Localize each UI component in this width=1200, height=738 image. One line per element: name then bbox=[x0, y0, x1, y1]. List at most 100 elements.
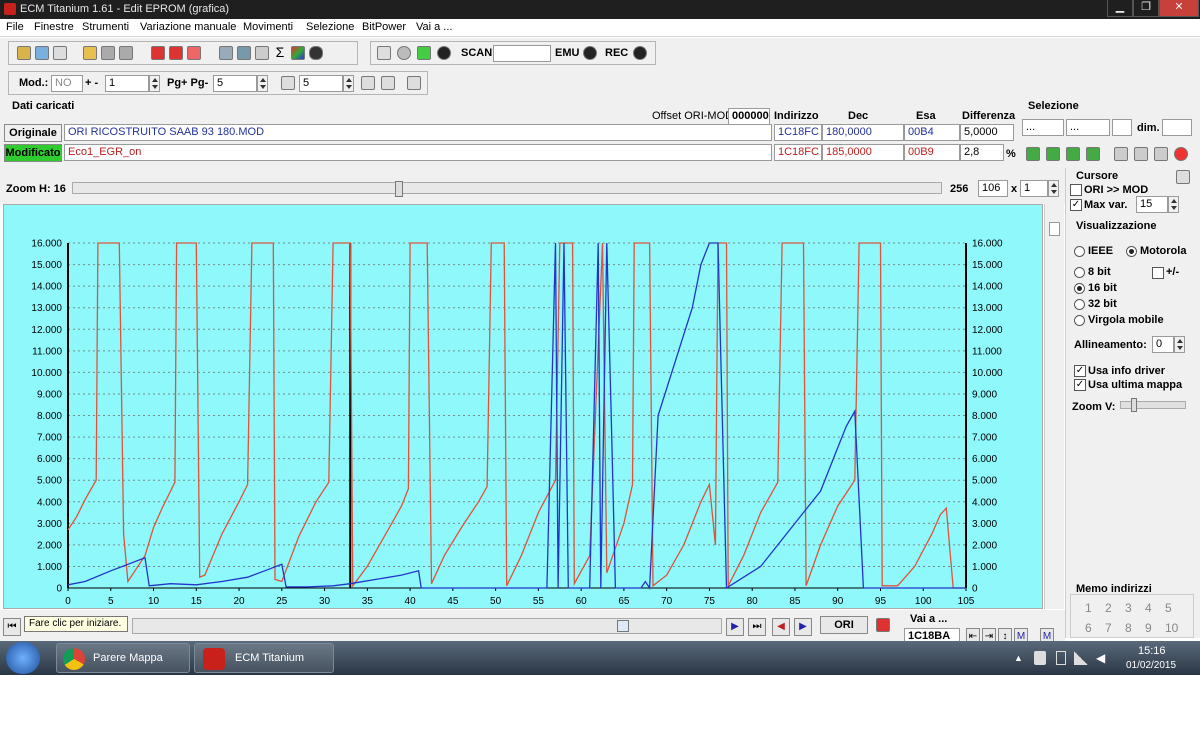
last-button[interactable]: ⏭ bbox=[748, 618, 766, 636]
fix-red-icon[interactable] bbox=[169, 46, 183, 60]
memo-7[interactable]: 7 bbox=[1105, 621, 1112, 635]
next-mark-button[interactable]: ▶ bbox=[794, 618, 812, 636]
dim-input[interactable] bbox=[1162, 119, 1192, 136]
allineamento-spinner[interactable] bbox=[1174, 336, 1185, 353]
float-radio[interactable] bbox=[1074, 315, 1085, 326]
memo-9[interactable]: 9 bbox=[1145, 621, 1152, 635]
tray-flag-icon[interactable] bbox=[1034, 651, 1046, 665]
16bit-radio[interactable] bbox=[1074, 283, 1085, 294]
menu-selezione[interactable]: Selezione bbox=[306, 21, 354, 33]
chart-vertical-scrollbar[interactable] bbox=[1044, 204, 1064, 609]
originale-label[interactable]: Originale bbox=[4, 124, 62, 142]
sel-green-icon-2[interactable] bbox=[1046, 147, 1060, 161]
selezione-start[interactable]: ... bbox=[1022, 119, 1064, 136]
sum-icon[interactable]: Σ bbox=[273, 45, 287, 60]
zoom-h-slider[interactable] bbox=[72, 181, 942, 197]
record-dot-icon[interactable] bbox=[437, 46, 451, 60]
memo-1[interactable]: 1 bbox=[1085, 601, 1092, 615]
32bit-radio[interactable] bbox=[1074, 299, 1085, 310]
clock-date[interactable]: 01/02/2015 bbox=[1126, 660, 1176, 671]
motorola-radio[interactable] bbox=[1126, 246, 1137, 257]
zoom-h-thumb[interactable] bbox=[395, 181, 403, 197]
chart-scroll-thumb[interactable] bbox=[1049, 222, 1060, 236]
selezione-extra[interactable] bbox=[1112, 119, 1132, 136]
cursor-lock-icon[interactable] bbox=[1176, 170, 1190, 184]
zoom-width-input[interactable]: 106 bbox=[978, 180, 1008, 197]
tray-arrow-icon[interactable]: ▲ bbox=[1014, 653, 1023, 663]
p-spinner[interactable] bbox=[343, 75, 354, 92]
ieee-radio[interactable] bbox=[1074, 246, 1085, 257]
emu-label[interactable]: EMU bbox=[555, 47, 579, 59]
menu-finestre[interactable]: Finestre bbox=[34, 21, 74, 33]
memo-8[interactable]: 8 bbox=[1125, 621, 1132, 635]
emu-dot-icon[interactable] bbox=[583, 46, 597, 60]
counter-icon[interactable] bbox=[187, 46, 201, 60]
folder-open-icon[interactable] bbox=[83, 46, 97, 60]
maximize-button[interactable]: ❐ bbox=[1133, 0, 1159, 17]
sel-green-icon-3[interactable] bbox=[1066, 147, 1080, 161]
memo-5[interactable]: 5 bbox=[1165, 601, 1172, 615]
modificato-label[interactable]: Modificato bbox=[4, 144, 62, 162]
tray-volume-icon[interactable]: ◀ bbox=[1096, 651, 1108, 665]
check-red-icon[interactable] bbox=[151, 46, 165, 60]
menu-bitpower[interactable]: BitPower bbox=[362, 21, 406, 33]
position-thumb[interactable] bbox=[617, 620, 629, 632]
sel-gray-icon-1[interactable] bbox=[1114, 147, 1128, 161]
flag-icon[interactable] bbox=[876, 618, 890, 632]
tool-t-icon[interactable] bbox=[377, 46, 391, 60]
rec-dot-icon[interactable] bbox=[633, 46, 647, 60]
edit-icon[interactable] bbox=[255, 46, 269, 60]
memo-6[interactable]: 6 bbox=[1085, 621, 1092, 635]
step-input[interactable]: 1 bbox=[105, 75, 149, 92]
taskbar-ecm[interactable]: ECM Titanium bbox=[194, 643, 334, 673]
max-var-spinner[interactable] bbox=[1168, 196, 1179, 213]
home-icon[interactable] bbox=[17, 46, 31, 60]
selezione-end[interactable]: ... bbox=[1066, 119, 1110, 136]
zoom-v-thumb[interactable] bbox=[1131, 398, 1137, 412]
lock-icon[interactable] bbox=[397, 46, 411, 60]
settings-icon[interactable] bbox=[219, 46, 233, 60]
memo-4[interactable]: 4 bbox=[1145, 601, 1152, 615]
allineamento-input[interactable]: 0 bbox=[1152, 336, 1174, 353]
copy-icon[interactable] bbox=[53, 46, 67, 60]
taskbar-chrome[interactable]: Parere Mappa Saa... bbox=[56, 643, 190, 692]
8bit-radio[interactable] bbox=[1074, 267, 1085, 278]
menu-variazione-manuale[interactable]: Variazione manuale bbox=[140, 21, 236, 33]
page-p-icon[interactable] bbox=[281, 76, 295, 90]
save-icon[interactable] bbox=[35, 46, 49, 60]
calc-icon[interactable] bbox=[237, 46, 251, 60]
menu-vai-a[interactable]: Vai a ... bbox=[416, 21, 452, 33]
mod-input[interactable]: NO bbox=[51, 75, 83, 92]
prev-mark-button[interactable]: ◀ bbox=[772, 618, 790, 636]
reset-red-icon[interactable] bbox=[1174, 147, 1188, 161]
step-spinner[interactable] bbox=[149, 75, 160, 92]
position-scrollbar[interactable] bbox=[132, 618, 722, 634]
sign-checkbox[interactable] bbox=[1152, 267, 1164, 279]
p-input[interactable]: 5 bbox=[299, 75, 343, 92]
max-var-checkbox[interactable]: ✓ bbox=[1070, 199, 1082, 211]
color-icon[interactable] bbox=[291, 46, 305, 60]
chart-area[interactable]: 0 0 1.000 1.000 2.000 2.000 3.000 3.000 4.000 4.0… bbox=[3, 204, 1043, 609]
ori-mod-checkbox[interactable] bbox=[1070, 184, 1082, 196]
rec-label[interactable]: REC bbox=[605, 47, 628, 59]
zoom-mult-input[interactable]: 1 bbox=[1020, 180, 1048, 197]
scan-dropdown[interactable] bbox=[493, 45, 551, 62]
first-button[interactable]: ⏮ bbox=[3, 618, 21, 636]
zoom-mult-spinner[interactable] bbox=[1048, 180, 1059, 197]
sel-green-icon-4[interactable] bbox=[1086, 147, 1100, 161]
ori-button[interactable]: ORI bbox=[820, 616, 868, 634]
mm-icon[interactable] bbox=[381, 76, 395, 90]
sel-green-icon-1[interactable] bbox=[1026, 147, 1040, 161]
start-button[interactable] bbox=[6, 642, 40, 674]
close-button[interactable]: ✕ bbox=[1159, 0, 1199, 17]
menu-file[interactable]: File bbox=[6, 21, 24, 33]
pg-spinner[interactable] bbox=[257, 75, 268, 92]
pg-input[interactable]: 5 bbox=[213, 75, 257, 92]
sel-gray-icon-2[interactable] bbox=[1134, 147, 1148, 161]
u-icon[interactable] bbox=[407, 76, 421, 90]
m-icon[interactable] bbox=[361, 76, 375, 90]
zoom-v-slider[interactable] bbox=[1120, 398, 1186, 412]
gray-icon-1[interactable] bbox=[101, 46, 115, 60]
memo-2[interactable]: 2 bbox=[1105, 601, 1112, 615]
memo-3[interactable]: 3 bbox=[1125, 601, 1132, 615]
